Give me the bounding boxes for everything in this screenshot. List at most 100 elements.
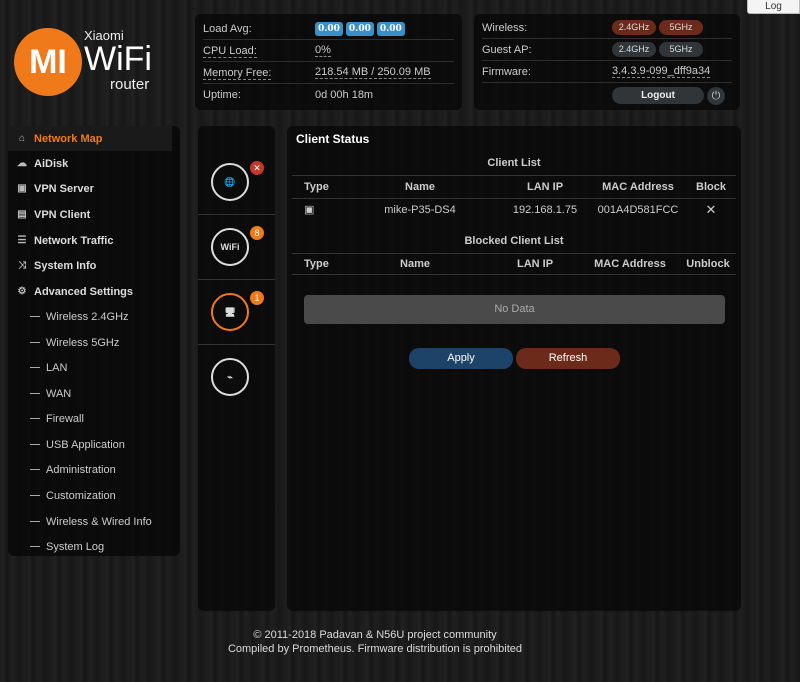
col-header: LAN IP (516, 258, 554, 270)
footer-notice: Compiled by Prometheus. Firmware distrib… (227, 643, 523, 655)
sidebar-item-vpn-server[interactable]: ▣ VPN Server (16, 176, 94, 201)
mi-logo-icon: MI (14, 28, 82, 96)
sidebar-item-advanced-settings[interactable]: ⚙ Advanced Settings (16, 279, 134, 304)
guest-24-button[interactable]: 2.4GHz (612, 42, 656, 57)
wireless-24-button[interactable]: 2.4GHz (612, 20, 656, 35)
wireless-row: Wireless: 2.4GHz 5GHz (482, 17, 732, 39)
memory-value[interactable]: 218.54 MB / 250.09 MB (315, 66, 431, 79)
label: Wireless: (482, 21, 528, 34)
sidebar-subitem[interactable]: System Log (30, 534, 104, 559)
router-globe-icon: 🌐 (211, 163, 249, 201)
load-badge: 0.00 (315, 21, 343, 36)
panel-title: Client Status (296, 132, 370, 146)
lock-icon: ▤ (17, 209, 27, 220)
col-header: MAC Address (594, 258, 666, 270)
col-header: Name (405, 180, 435, 193)
load-badge: 0.00 (345, 21, 374, 36)
wireless-5-button[interactable]: 5GHz (659, 20, 703, 35)
disconnected-icon: ✕ (250, 161, 264, 175)
home-icon: ⌂ (18, 133, 26, 144)
sidebar-subitem[interactable]: WAN (30, 381, 71, 406)
label[interactable]: Memory Free: (203, 66, 272, 80)
col-header: Unblock (686, 258, 730, 270)
vpn-server-icon: ▣ (17, 183, 27, 194)
sidebar-subitem[interactable]: Firewall (30, 406, 84, 431)
memory-row: Memory Free: 218.54 MB / 250.09 MB (203, 62, 454, 84)
sidebar-item-aidisk[interactable]: ☁ AiDisk (16, 151, 68, 176)
sidebar-subitem[interactable]: LAN (30, 355, 67, 380)
shuffle-icon: ⤨ (18, 260, 26, 271)
guest-5-button[interactable]: 5GHz (659, 42, 703, 57)
sidebar-subitem[interactable]: Administration (30, 457, 116, 482)
network-map-icons: 🌐 ✕ WiFi 8 🖥 1 ⌁ (198, 126, 275, 611)
col-header: LAN IP (526, 180, 564, 193)
guest-row: Guest AP: 2.4GHz 5GHz (482, 39, 732, 61)
blocked-list-header: Type Name LAN IP MAC Address Unblock (292, 253, 736, 275)
no-data-message: No Data (304, 295, 725, 324)
firmware-row: Firmware: 3.4.3.9-099_dff9a34 (482, 61, 732, 83)
sidebar: ⌂ Network Map ☁ AiDisk ▣ VPN Server ▤ VPN Cl… (8, 126, 180, 556)
client-mac: 001A4D581FCC (597, 203, 679, 216)
cpu-value[interactable]: 0% (315, 44, 331, 57)
wifi-count-badge: 8 (250, 226, 264, 240)
power-icon[interactable]: ⏻ (707, 87, 725, 105)
label: Guest AP: (482, 43, 532, 56)
gear-icon: ⚙ (17, 286, 27, 297)
uptime-row: Uptime: 0d 00h 18m (203, 84, 454, 106)
col-header: Block (696, 180, 726, 193)
client-list-header: Type Name LAN IP MAC Address Block (292, 175, 736, 197)
firmware-value[interactable]: 3.4.3.9-099_dff9a34 (612, 65, 711, 78)
client-ip: 192.168.1.75 (512, 203, 578, 216)
label: Network Traffic (34, 234, 114, 247)
label: Uptime: (203, 89, 241, 101)
wifi-status[interactable]: WiFi 8 (198, 215, 275, 280)
refresh-button[interactable]: Refresh (516, 348, 620, 369)
sidebar-subitem[interactable]: Customization (30, 483, 116, 508)
sidebar-subitem[interactable]: USB Application (30, 432, 125, 457)
system-status-panel: Load Avg: 0.00 0.00 0.00 CPU Load: 0% Memory… (195, 14, 462, 110)
table-row: ▣ mike-P35-DS4 192.168.1.75 001A4D581FCC… (292, 198, 736, 220)
sidebar-item-network-traffic[interactable]: ☰ Network Traffic (16, 228, 114, 253)
col-header: Type (304, 258, 329, 270)
logo: MI Xiaomi WiFi router (14, 28, 164, 98)
internet-status[interactable]: 🌐 ✕ (198, 150, 275, 215)
label: System Info (34, 259, 97, 272)
sidebar-item-network-map[interactable]: ⌂ Network Map (8, 126, 172, 151)
usb-status[interactable]: ⌁ (198, 345, 275, 410)
label: VPN Client (34, 208, 91, 221)
list-icon: ☰ (17, 235, 27, 246)
label: Advanced Settings (34, 285, 134, 298)
logo-product: WiFi (84, 40, 152, 78)
load-avg-row: Load Avg: 0.00 0.00 0.00 (203, 18, 454, 40)
load-badge: 0.00 (376, 21, 405, 36)
clients-count-badge: 1 (250, 291, 264, 305)
wireless-status-panel: Wireless: 2.4GHz 5GHz Guest AP: 2.4GHz 5GHz … (474, 14, 740, 110)
logo-sub: router (110, 76, 150, 93)
label: Network Map (34, 132, 103, 145)
sidebar-item-vpn-client[interactable]: ▤ VPN Client (16, 202, 90, 227)
devices-icon: 🖥 (211, 293, 249, 331)
sidebar-item-system-info[interactable]: ⤨ System Info (16, 253, 96, 278)
logout-button[interactable]: Logout (612, 87, 704, 104)
cpu-row: CPU Load: 0% (203, 40, 454, 62)
device-type-icon: ▣ (304, 204, 315, 216)
label[interactable]: CPU Load: (203, 44, 257, 58)
usb-icon: ⌁ (211, 358, 249, 396)
sidebar-subitem[interactable]: Wireless & Wired Info (30, 509, 152, 534)
client-name: mike-P35-DS4 (384, 203, 456, 216)
col-header: Type (304, 180, 329, 193)
sidebar-subitem[interactable]: Wireless 2.4GHz (30, 304, 129, 329)
clients-status[interactable]: 🖥 1 (198, 280, 275, 345)
label: AiDisk (34, 157, 69, 170)
uptime-value: 0d 00h 18m (315, 89, 374, 101)
col-header: MAC Address (602, 180, 674, 193)
sidebar-subitem[interactable]: Wireless 5GHz (30, 330, 119, 355)
blocked-list-title: Blocked Client List (464, 235, 564, 247)
log-button[interactable]: Log (747, 0, 800, 14)
client-list-title: Client List (487, 157, 541, 169)
cloud-icon: ☁ (17, 158, 27, 169)
block-icon[interactable]: ✕ (686, 202, 736, 218)
label: Load Avg: (203, 22, 252, 35)
client-status-panel: Client Status Client List Type Name LAN … (287, 126, 741, 611)
apply-button[interactable]: Apply (409, 348, 513, 369)
